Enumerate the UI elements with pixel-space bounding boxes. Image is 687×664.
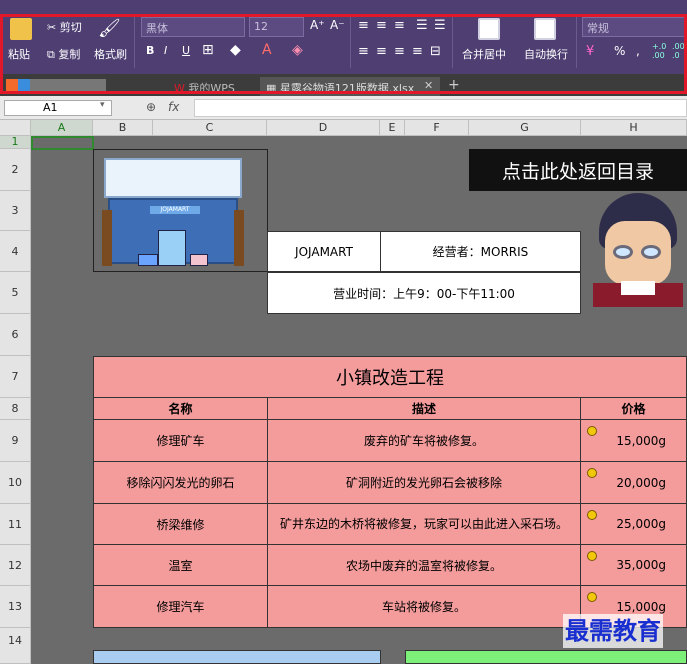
- store-poster: [190, 254, 208, 266]
- coin-icon: [587, 510, 597, 520]
- coin-icon: [587, 468, 597, 478]
- store-sign: JOJAMART: [150, 206, 200, 214]
- item-name-cell[interactable]: 修理矿车: [93, 420, 268, 462]
- item-name-cell[interactable]: 桥梁维修: [93, 504, 268, 545]
- column-header-h[interactable]: H: [581, 120, 687, 136]
- header-description[interactable]: 描述: [268, 398, 581, 420]
- price-value: 20,000g: [616, 475, 666, 490]
- row-header-3[interactable]: 3: [0, 191, 31, 231]
- row-header-14[interactable]: 14: [0, 628, 31, 664]
- row-header-9[interactable]: 9: [0, 420, 31, 462]
- row-header-11[interactable]: 11: [0, 504, 31, 545]
- back-to-index-button[interactable]: 点击此处返回目录: [469, 149, 687, 191]
- table-title[interactable]: 小镇改造工程: [93, 356, 687, 398]
- row-header-5[interactable]: 5: [0, 272, 31, 314]
- price-value: 35,000g: [616, 558, 666, 572]
- item-price-cell[interactable]: 15,000g: [581, 420, 687, 462]
- item-name-cell[interactable]: 修理汽车: [93, 586, 268, 628]
- fx-icon[interactable]: fx: [168, 100, 179, 114]
- portrait-glasses: [613, 245, 633, 259]
- name-box[interactable]: A1: [4, 100, 112, 116]
- row-header-4[interactable]: 4: [0, 231, 31, 272]
- store-name-cell[interactable]: JOJAMART: [267, 231, 381, 272]
- formula-bar: A1 ▾ ⊕ fx: [0, 96, 687, 120]
- store-picture-frame: JOJAMART: [93, 149, 268, 272]
- column-header-a[interactable]: A: [31, 120, 93, 136]
- store-pillar: [234, 210, 244, 266]
- row-header-1[interactable]: 1: [0, 136, 31, 149]
- column-header-f[interactable]: F: [405, 120, 469, 136]
- coin-icon: [587, 551, 597, 561]
- item-desc-cell[interactable]: 农场中废弃的温室将被修复。: [268, 545, 581, 586]
- column-header-d[interactable]: D: [267, 120, 380, 136]
- price-value: 15,000g: [616, 599, 666, 614]
- item-desc-cell[interactable]: 矿井东边的木桥将被修复，玩家可以由此进入采石场。: [268, 504, 581, 545]
- item-name-cell[interactable]: 温室: [93, 545, 268, 586]
- store-roof: [104, 158, 242, 198]
- owner-cell[interactable]: 经营者：MORRIS: [380, 231, 581, 272]
- active-cell[interactable]: [31, 136, 94, 150]
- header-name[interactable]: 名称: [93, 398, 268, 420]
- header-price[interactable]: 价格: [581, 398, 687, 420]
- next-table-green[interactable]: [405, 650, 687, 664]
- row-header-8[interactable]: 8: [0, 398, 31, 420]
- portrait-glasses: [641, 245, 661, 259]
- store-door: [158, 230, 186, 266]
- select-all-corner[interactable]: [0, 120, 31, 136]
- price-value: 15,000g: [616, 433, 666, 448]
- row-header-13[interactable]: 13: [0, 586, 31, 628]
- item-desc-cell[interactable]: 矿洞附近的发光卵石会被移除: [268, 462, 581, 504]
- row-header-12[interactable]: 12: [0, 545, 31, 586]
- item-desc-cell[interactable]: 废弃的矿车将被修复。: [268, 420, 581, 462]
- item-price-cell[interactable]: 35,000g: [581, 545, 687, 586]
- row-header-10[interactable]: 10: [0, 462, 31, 504]
- next-table-blue[interactable]: [93, 650, 381, 664]
- chevron-down-icon[interactable]: ▾: [100, 100, 105, 110]
- item-price-cell[interactable]: 20,000g: [581, 462, 687, 504]
- store-pillar: [102, 210, 112, 266]
- row-header-2[interactable]: 2: [0, 149, 31, 191]
- formula-input[interactable]: [194, 99, 687, 117]
- store-cart: [138, 254, 158, 266]
- price-value: 25,000g: [616, 517, 666, 531]
- item-name-cell[interactable]: 移除闪闪发光的卵石: [93, 462, 268, 504]
- column-header-e[interactable]: E: [380, 120, 405, 136]
- zoom-icon[interactable]: ⊕: [146, 100, 156, 114]
- coin-icon: [587, 426, 597, 436]
- column-header-b[interactable]: B: [93, 120, 153, 136]
- item-price-cell[interactable]: 25,000g: [581, 504, 687, 545]
- row-header-7[interactable]: 7: [0, 356, 31, 398]
- highlight-frame: [0, 14, 687, 94]
- hours-cell[interactable]: 营业时间：上午9：00-下午11:00: [267, 272, 581, 314]
- watermark-logo: 最需教育: [563, 614, 663, 648]
- column-header-c[interactable]: C: [153, 120, 267, 136]
- column-header-g[interactable]: G: [469, 120, 581, 136]
- coin-icon: [587, 592, 597, 602]
- portrait-collar: [621, 281, 655, 295]
- item-desc-cell[interactable]: 车站将被修复。: [268, 586, 581, 628]
- morris-portrait: [583, 191, 687, 307]
- row-header-6[interactable]: 6: [0, 314, 31, 356]
